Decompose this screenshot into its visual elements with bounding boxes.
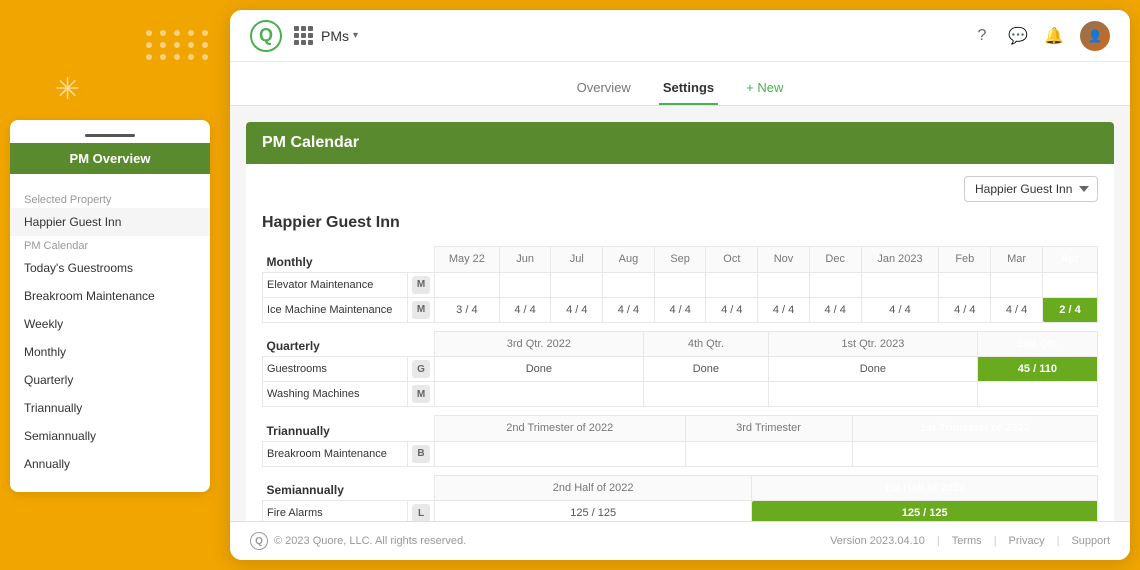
property-selector-row: Happier Guest Inn (262, 176, 1098, 202)
pm-overview-bar (85, 134, 135, 137)
sidebar-item-breakroom[interactable]: Breakroom Maintenance (10, 282, 210, 310)
table-row: Washing Machines M (263, 382, 1098, 407)
monthly-table: Monthly May 22 Jun Jul Aug Sep Oct Nov D… (262, 246, 1098, 323)
month-jun: Jun (499, 247, 551, 273)
table-row: Elevator Maintenance M (263, 272, 1098, 297)
triannually-table: Triannually 2nd Trimester of 2022 3rd Tr… (262, 415, 1098, 467)
qtr-2nd: 2nd Qtr. (977, 331, 1097, 357)
footer: Q © 2023 Quore, LLC. All rights reserved… (230, 521, 1130, 560)
table-row: Breakroom Maintenance B (263, 441, 1098, 466)
sidebar-property-name[interactable]: Happier Guest Inn (10, 208, 210, 236)
tab-settings[interactable]: Settings (659, 72, 718, 105)
semi-2nd-2022: 2nd Half of 2022 (435, 475, 752, 501)
triannually-label: Triannually (263, 416, 408, 442)
month-mar: Mar (991, 247, 1043, 273)
grid-icon (294, 26, 313, 45)
bell-icon[interactable]: 🔔 (1044, 26, 1064, 46)
body-area: PM Calendar Happier Guest Inn Happier Gu… (230, 106, 1130, 521)
guestrooms-label: Guestrooms (263, 357, 408, 382)
chat-icon[interactable]: 💬 (1008, 26, 1028, 46)
guestrooms-badge: G (412, 360, 430, 378)
footer-links: Version 2023.04.10 | Terms | Privacy | S… (830, 535, 1110, 547)
ice-machine-label: Ice Machine Maintenance (263, 297, 408, 322)
month-may: May 22 (435, 247, 500, 273)
table-row: Ice Machine Maintenance M 3 / 4 4 / 4 4 … (263, 297, 1098, 322)
footer-logo: Q (250, 532, 268, 550)
avatar[interactable]: 👤 (1080, 21, 1110, 51)
footer-version: Version 2023.04.10 (830, 535, 925, 547)
washing-machines-label: Washing Machines (263, 382, 408, 407)
sidebar-item-weekly[interactable]: Weekly (10, 310, 210, 338)
sidebar-item-quarterly[interactable]: Quarterly (10, 366, 210, 394)
month-jul: Jul (551, 247, 603, 273)
tri-2nd-2022: 2nd Trimester of 2022 (435, 416, 686, 442)
pms-chevron-icon[interactable]: ▾ (353, 30, 358, 41)
month-feb: Feb (939, 247, 991, 273)
nav-icons: ? 💬 🔔 👤 (972, 21, 1110, 51)
sidebar-item-monthly[interactable]: Monthly (10, 338, 210, 366)
decorative-dots (146, 30, 210, 60)
ice-badge: M (412, 301, 430, 319)
month-aug: Aug (603, 247, 655, 273)
qtr-3rd-2022: 3rd Qtr. 2022 (435, 331, 644, 357)
pms-label[interactable]: PMs (321, 28, 349, 44)
pm-card-body: Happier Guest Inn Happier Guest Inn (246, 164, 1114, 521)
tri-3rd: 3rd Trimester (685, 416, 852, 442)
property-name: Happier Guest Inn (262, 214, 1098, 232)
month-sep: Sep (654, 247, 706, 273)
month-nov: Nov (758, 247, 810, 273)
fire-alarms-badge: L (412, 504, 430, 521)
quarterly-label: Quarterly (263, 331, 408, 357)
qtr-1st-2023: 1st Qtr. 2023 (769, 331, 978, 357)
sidebar-item-semiannually[interactable]: Semiannually (10, 422, 210, 450)
sidebar-item-annually[interactable]: Annually (10, 450, 210, 478)
month-dec: Dec (809, 247, 861, 273)
month-oct: Oct (706, 247, 758, 273)
footer-support[interactable]: Support (1071, 535, 1110, 547)
breakroom-label: Breakroom Maintenance (263, 441, 408, 466)
month-apr: Apr (1043, 247, 1098, 273)
help-icon[interactable]: ? (972, 26, 992, 46)
sidebar-item-triannually[interactable]: Triannually (10, 394, 210, 422)
main-content: PM Calendar Happier Guest Inn Happier Gu… (230, 106, 1130, 521)
elevator-label: Elevator Maintenance (263, 272, 408, 297)
pm-calendar-header: PM Calendar (10, 236, 210, 254)
footer-terms[interactable]: Terms (952, 535, 982, 547)
main-card: Q PMs ▾ ? 💬 🔔 👤 Overview Settings + New … (230, 10, 1130, 560)
property-select[interactable]: Happier Guest Inn (964, 176, 1098, 202)
pm-calendar-card: PM Calendar Happier Guest Inn Happier Gu… (246, 122, 1114, 521)
spinner-icon: ✳ (55, 72, 80, 107)
footer-copyright: © 2023 Quore, LLC. All rights reserved. (274, 535, 466, 547)
month-jan: Jan 2023 (861, 247, 939, 273)
logo: Q (250, 20, 282, 52)
footer-privacy[interactable]: Privacy (1009, 535, 1045, 547)
sidebar-item-guestrooms[interactable]: Today's Guestrooms (10, 254, 210, 282)
monthly-label: Monthly (263, 247, 408, 273)
washing-badge: M (412, 385, 430, 403)
semiannually-label: Semiannually (263, 475, 408, 501)
quarterly-table: Quarterly 3rd Qtr. 2022 4th Qtr. 1st Qtr… (262, 331, 1098, 408)
tab-overview[interactable]: Overview (573, 72, 635, 105)
qtr-4th: 4th Qtr. (643, 331, 768, 357)
semiannually-table: Semiannually 2nd Half of 2022 1st Half o… (262, 475, 1098, 522)
breakroom-badge: B (412, 445, 430, 463)
tab-new[interactable]: + New (742, 72, 787, 105)
table-row: Fire Alarms L 125 / 125 125 / 125 (263, 501, 1098, 522)
footer-logo-area: Q © 2023 Quore, LLC. All rights reserved… (250, 532, 466, 550)
top-nav: Q PMs ▾ ? 💬 🔔 👤 (230, 10, 1130, 62)
fire-alarms-label: Fire Alarms (263, 501, 408, 522)
table-row: Guestrooms G Done Done Done 45 / 110 (263, 357, 1098, 382)
left-sidebar-card: PM Overview Selected Property Happier Gu… (10, 120, 210, 492)
semi-1st-2023: 1st Half of 2023 (752, 475, 1098, 501)
pm-card-header: PM Calendar (246, 122, 1114, 164)
tri-1st-2023: 1st Trimester of 2023 (852, 416, 1098, 442)
selected-property-header: Selected Property (10, 192, 210, 208)
elevator-badge: M (412, 276, 430, 294)
pm-overview-label: PM Overview (10, 143, 210, 174)
tabs-bar: Overview Settings + New (230, 62, 1130, 106)
